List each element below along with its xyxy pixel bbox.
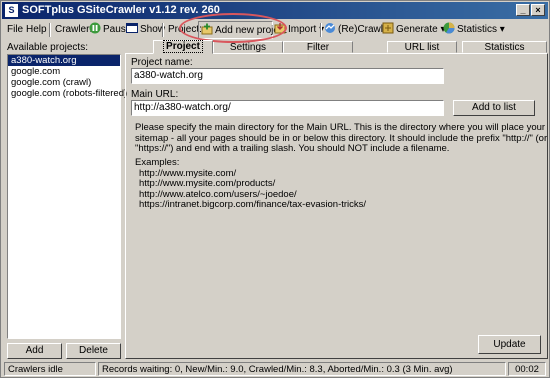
add-project-button[interactable]: Add — [7, 343, 62, 359]
title-bar[interactable]: S SOFTplus GSiteCrawler v1.12 rev. 260 _… — [2, 2, 548, 19]
menu-file[interactable]: File — [7, 21, 23, 39]
tab-statistics[interactable]: Statistics — [462, 41, 547, 53]
status-bar: Crawlers idle Records waiting: 0, New/Mi… — [2, 360, 548, 377]
project-list-item[interactable]: google.com (crawl) — [8, 77, 120, 88]
tab-filter[interactable]: Filter — [283, 41, 353, 53]
show-button[interactable]: Show — [126, 21, 165, 39]
main-url-field[interactable]: http://a380-watch.org/ — [131, 100, 444, 116]
app-window: S SOFTplus GSiteCrawler v1.12 rev. 260 _… — [0, 0, 550, 378]
available-projects-label: Available projects: — [7, 42, 88, 53]
pause-button[interactable]: Pause — [89, 21, 131, 39]
project-list[interactable]: a380-watch.org google.com google.com (cr… — [7, 54, 127, 339]
project-tab-panel: Project name: a380-watch.org Main URL: h… — [125, 53, 548, 359]
generate-button[interactable]: Generate ▾ — [382, 21, 446, 39]
examples-list: Examples: http://www.mysite.com/ http://… — [135, 157, 367, 211]
project-list-item[interactable]: google.com (robots-filtered) — [8, 88, 127, 99]
projects-panel: Available projects: a380-watch.org googl… — [4, 41, 127, 359]
toolbar-separator — [49, 23, 51, 37]
example-url: http://www.mysite.com/products/ — [139, 178, 276, 189]
menu-help[interactable]: Help — [26, 21, 47, 39]
statistics-icon — [443, 22, 455, 34]
close-button[interactable]: × — [531, 4, 545, 16]
project-label: Project: — [168, 24, 202, 35]
recrawl-button[interactable]: (Re)Crawl ▾ — [324, 21, 391, 39]
window-title: SOFTplus GSiteCrawler v1.12 rev. 260 — [22, 4, 220, 16]
tab-project[interactable]: Project — [153, 40, 213, 54]
generate-icon — [382, 22, 394, 34]
project-name-label: Project name: — [131, 57, 193, 68]
toolbar-separator — [162, 23, 164, 37]
project-name-field[interactable]: a380-watch.org — [131, 68, 444, 84]
toolbar-separator — [320, 23, 322, 37]
import-button[interactable]: Import ▾ — [274, 21, 324, 39]
app-icon: S — [5, 4, 18, 17]
main-url-help-text: Please specify the main directory for th… — [135, 122, 548, 154]
toolbar: File Help Crawler: Pause Show Project: A… — [2, 20, 548, 40]
update-button[interactable]: Update — [478, 335, 541, 354]
add-to-list-button[interactable]: Add to list — [453, 100, 535, 116]
crawler-status: Crawlers idle — [4, 362, 96, 376]
main-url-label: Main URL: — [131, 89, 179, 100]
crawl-icon — [325, 23, 335, 34]
crawl-stats: Records waiting: 0, New/Min.: 9.0, Crawl… — [98, 362, 506, 376]
project-list-item[interactable]: a380-watch.org — [8, 55, 120, 66]
window-icon — [126, 23, 138, 34]
pause-icon — [89, 22, 101, 34]
tab-url-list[interactable]: URL list — [387, 41, 457, 53]
elapsed-time: 00:02 — [508, 362, 546, 376]
statistics-button[interactable]: Statistics ▾ — [443, 21, 505, 39]
examples-label: Examples: — [135, 157, 180, 168]
tab-settings[interactable]: Settings — [213, 41, 283, 53]
delete-project-button[interactable]: Delete — [66, 343, 121, 359]
crawler-label: Crawler: — [55, 24, 93, 35]
import-icon — [274, 23, 286, 34]
example-url: https://intranet.bigcorp.com/finance/tax… — [139, 199, 367, 210]
add-project-icon — [201, 23, 213, 35]
project-list-item[interactable]: google.com — [8, 66, 120, 77]
minimize-button[interactable]: _ — [516, 4, 530, 16]
add-new-project-button[interactable]: Add new project — [198, 21, 287, 39]
project-tabs: Project Settings Filter URL list Statist… — [125, 40, 548, 359]
